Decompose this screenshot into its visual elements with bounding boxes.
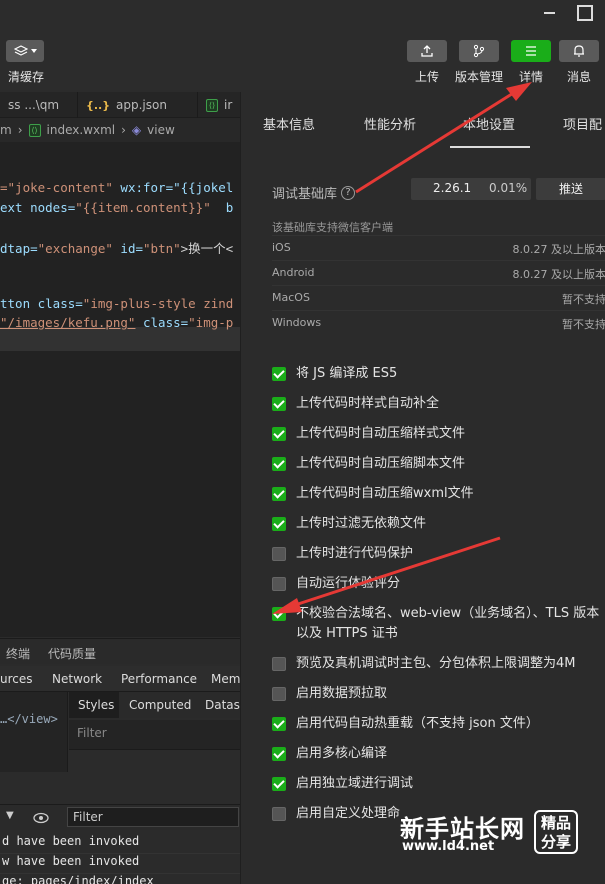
annotation-arrows (272, 82, 532, 614)
red-arrow-to-domain-setting (272, 536, 501, 614)
red-arrow-to-details (355, 82, 532, 194)
